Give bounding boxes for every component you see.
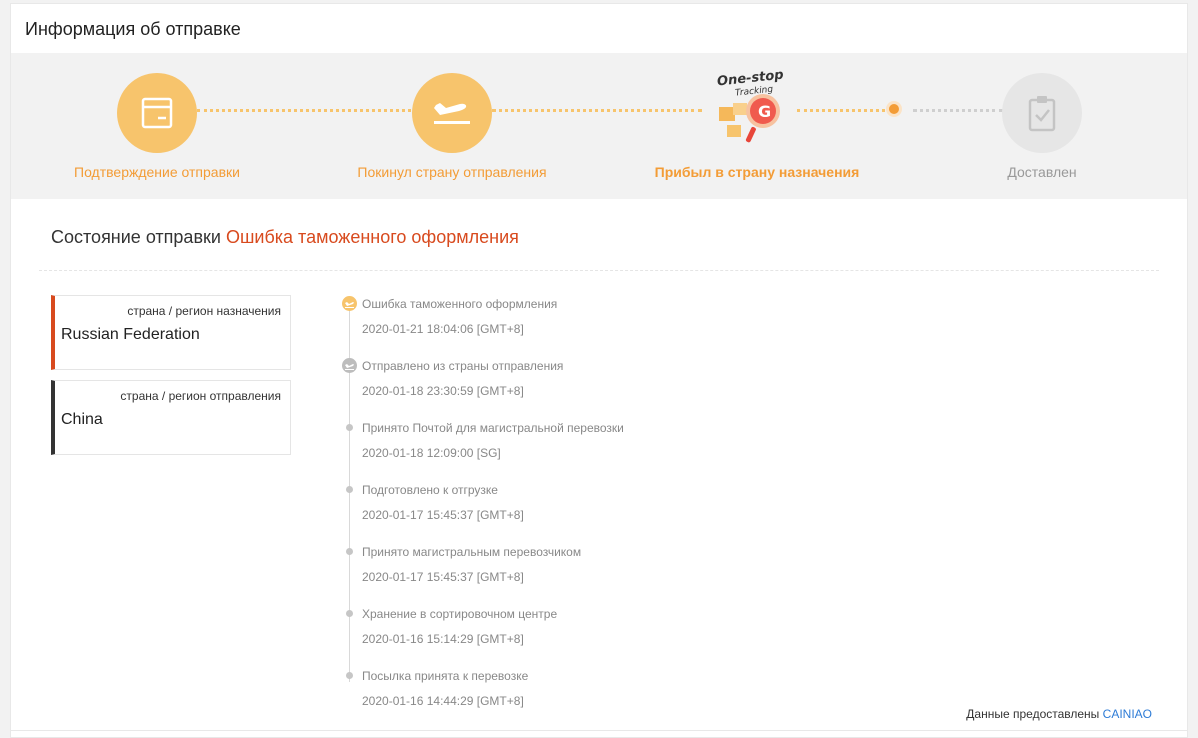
data-provider-note: Данные предоставлены CAINIAO [966,707,1152,721]
step-connector [492,109,702,112]
destination-region-value: Russian Federation [61,326,200,343]
timeline-item-time: 2020-01-21 18:04:06 [GMT+8] [362,322,524,336]
timeline-item: Хранение в сортировочном центре 2020-01-… [341,605,841,665]
timeline-item: Подготовлено к отгрузке 2020-01-17 15:45… [341,481,841,541]
airplane-icon [342,358,357,373]
origin-region-value: China [61,411,103,428]
divider [39,270,1159,271]
status-label: Состояние отправки [51,227,221,247]
step-connector [913,109,1003,112]
step-label: Покинул страну отправления [357,164,547,180]
step-confirmed-circle [117,73,197,153]
timeline-item-time: 2020-01-17 15:45:37 [GMT+8] [362,570,524,584]
step-label: Прибыл в страну назначения [654,164,860,180]
shipment-status: Состояние отправки Ошибка таможенного оф… [51,227,519,248]
provided-label: Данные предоставлены [966,707,1100,721]
timeline-item-time: 2020-01-17 15:45:37 [GMT+8] [362,508,524,522]
destination-region-label: страна / регион назначения [127,304,281,318]
timeline-item: Принято Почтой для магистральной перевоз… [341,419,841,479]
timeline-item-title: Посылка принята к перевозке [362,669,529,683]
dot-icon [346,610,353,617]
timeline-item-time: 2020-01-16 15:14:29 [GMT+8] [362,632,524,646]
timeline-item: Принято магистральным перевозчиком 2020-… [341,543,841,603]
status-value: Ошибка таможенного оформления [225,227,519,247]
one-stop-tracking-logo: One-stop Tracking G [711,67,791,147]
step-delivered-circle [1002,73,1082,153]
step-label: Подтверждение отправки [74,164,240,180]
step-departed-circle [412,73,492,153]
svg-text:G: G [758,102,771,121]
timeline-item: Отправлено из страны отправления 2020-01… [341,357,841,417]
shipment-info-panel: Информация об отправке Подтверждение отп… [10,3,1188,738]
airplane-departure-icon [434,103,470,124]
dot-icon [346,548,353,555]
timeline-item-title: Ошибка таможенного оформления [362,297,558,311]
origin-region-label: страна / регион отправления [120,389,281,403]
dot-icon [346,672,353,679]
timeline-item-title: Отправлено из страны отправления [362,359,564,373]
box-icon [141,97,173,129]
step-connector [797,109,891,112]
origin-region-card: страна / регион отправления China [51,380,291,455]
current-position-dot [886,101,902,117]
dot-icon [346,486,353,493]
progress-stepper: Подтверждение отправки Покинул страну от… [11,53,1187,199]
timeline-item-time: 2020-01-18 23:30:59 [GMT+8] [362,384,524,398]
timeline-item-time: 2020-01-18 12:09:00 [SG] [362,446,501,460]
timeline-item-title: Принято Почтой для магистральной перевоз… [362,421,624,435]
timeline-item: Посылка принята к перевозке 2020-01-16 1… [341,667,841,727]
customs-icon [342,296,357,311]
timeline-item-title: Подготовлено к отгрузке [362,483,498,497]
clipboard-check-icon [1028,96,1056,132]
timeline-item-title: Принято магистральным перевозчиком [362,545,582,559]
destination-region-card: страна / регион назначения Russian Feder… [51,295,291,370]
panel-title: Информация об отправке [25,19,241,39]
step-connector [197,109,411,112]
step-label: Доставлен [1007,164,1077,180]
provider-link[interactable]: CAINIAO [1103,707,1152,721]
timeline-item-title: Хранение в сортировочном центре [362,607,558,621]
timeline-item-time: 2020-01-16 14:44:29 [GMT+8] [362,694,524,708]
divider [11,730,1187,731]
dot-icon [346,424,353,431]
timeline-item: Ошибка таможенного оформления 2020-01-21… [341,295,841,355]
